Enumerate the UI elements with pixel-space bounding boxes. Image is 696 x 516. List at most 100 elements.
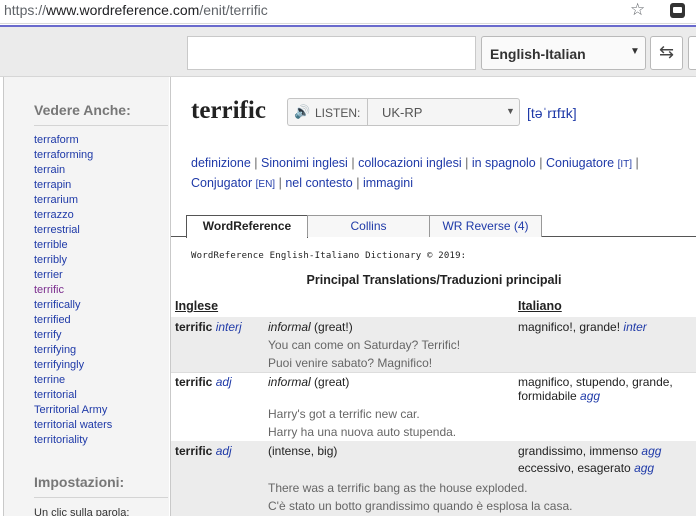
translation: grandissimo, immenso [518, 444, 639, 458]
part-of-speech: interj [215, 320, 242, 334]
dictionary-tabs: WordReference Collins WR Reverse (4) [171, 215, 696, 238]
translation: eccessivo, esagerato [518, 461, 631, 475]
link-spagnolo[interactable]: in spagnolo [472, 156, 536, 170]
example-italian: Puoi venire sabato? Magnifico! [268, 356, 433, 370]
browser-address-bar[interactable]: https://www.wordreference.com/enit/terri… [0, 0, 696, 24]
copyright-notice: WordReference English-Italiano Dictionar… [191, 251, 467, 261]
example-english: You can come on Saturday? Terrific! [268, 338, 461, 352]
term-cell: terrific adj [175, 375, 232, 389]
link-conjugator[interactable]: Conjugator [EN] [191, 176, 275, 190]
settings-heading: Impostazioni: [34, 474, 125, 490]
translation-cell: formidabile agg [518, 389, 600, 403]
sidebar-link[interactable]: terrine [34, 374, 112, 389]
link-separator: | [356, 176, 360, 190]
tab-collins[interactable]: Collins [307, 215, 430, 237]
link-separator: | [465, 156, 469, 170]
part-of-speech: agg [634, 461, 655, 475]
sidebar-link[interactable]: Territorial Army [34, 404, 112, 419]
part-of-speech: agg [641, 444, 662, 458]
sidebar-link[interactable]: territorial waters [34, 419, 112, 434]
link-conjugator-label: Conjugator [191, 176, 253, 190]
link-sinonimi[interactable]: Sinonimi inglesi [261, 156, 348, 170]
link-coniugatore-label: Coniugatore [545, 156, 615, 170]
sidebar-link[interactable]: terrific [34, 284, 112, 299]
see-also-heading: Vedere Anche: [34, 102, 131, 118]
section-title: Principal Translations/Traduzioni princi… [306, 273, 562, 287]
link-definizione[interactable]: definizione [191, 156, 251, 170]
translation: formidabile [518, 389, 577, 403]
register: informal [268, 375, 311, 389]
link-contesto[interactable]: nel contesto [285, 176, 352, 190]
sidebar-link[interactable]: terribly [34, 254, 112, 269]
part-of-speech: inter [623, 320, 647, 334]
url-field[interactable]: https://www.wordreference.com/enit/terri… [4, 2, 268, 18]
sidebar-link[interactable]: terrifying [34, 344, 112, 359]
see-also-list: terraform terraforming terrain terrapin terr… [34, 134, 112, 449]
sidebar-link[interactable]: terrarium [34, 194, 112, 209]
bookmark-star-icon[interactable]: ☆ [630, 0, 645, 20]
url-path: /enit/terrific [199, 2, 268, 18]
link-separator: | [539, 156, 543, 170]
main-content: terrific 🔊 LISTEN: UK-RP ▼ [təˈrɪfɪk] de… [170, 77, 696, 516]
url-prefix: https:// [4, 2, 47, 18]
search-button[interactable] [688, 36, 696, 70]
term-cell: terrific interj [175, 320, 242, 334]
sidebar-link[interactable]: terrier [34, 269, 112, 284]
speaker-icon: 🔊 [294, 104, 311, 119]
term-cell: terrific adj [175, 444, 232, 458]
page-title: terrific [191, 97, 266, 124]
swap-languages-button[interactable]: ⇆ [650, 36, 683, 70]
divider [34, 497, 168, 498]
example-english: There was a terrific bang as the house e… [268, 481, 528, 495]
tab-wr-reverse[interactable]: WR Reverse (4) [429, 215, 542, 237]
translation-cell: grandissimo, immenso agg [518, 444, 661, 458]
search-bar: English-Italian ▼ ⇆ [0, 25, 696, 77]
search-input[interactable] [187, 36, 476, 70]
column-header-italian: Italiano [518, 299, 562, 313]
part-of-speech: adj [215, 444, 232, 458]
sidebar-link[interactable]: terrified [34, 314, 112, 329]
language-tag: [IT] [617, 159, 633, 170]
register: informal [268, 320, 311, 334]
chevron-down-icon: ▼ [506, 106, 515, 116]
accent-select-value: UK-RP [382, 105, 423, 120]
part-of-speech: adj [215, 375, 232, 389]
sidebar-link[interactable]: terrifyingly [34, 359, 112, 374]
tab-wordreference[interactable]: WordReference [186, 215, 308, 238]
sidebar-link[interactable]: terrify [34, 329, 112, 344]
sidebar-link[interactable]: territorial [34, 389, 112, 404]
dictionary-select[interactable]: English-Italian ▼ [481, 36, 646, 70]
url-host: www.wordreference.com [46, 2, 200, 18]
term: terrific [175, 320, 213, 334]
extension-icon[interactable] [670, 3, 685, 18]
sidebar-link[interactable]: terrazzo [34, 209, 112, 224]
sidebar-link[interactable]: terrifically [34, 299, 112, 314]
sidebar-link[interactable]: terrible [34, 239, 112, 254]
link-coniugatore[interactable]: Coniugatore [IT] [546, 156, 632, 170]
example-english: Harry's got a terrific new car. [268, 407, 420, 421]
language-tag: [EN] [255, 179, 276, 190]
sidebar-link[interactable]: terraform [34, 134, 112, 149]
sidebar-link[interactable]: terrain [34, 164, 112, 179]
context-cell: informal (great) [268, 375, 349, 389]
link-separator: | [278, 176, 282, 190]
sidebar: Vedere Anche: terraform terraforming terra… [3, 77, 169, 516]
dictionary-select-label: English-Italian [490, 46, 586, 62]
link-immagini[interactable]: immagini [363, 176, 413, 190]
divider [34, 125, 168, 126]
listen-button[interactable]: 🔊 LISTEN: [287, 98, 367, 126]
pronunciation: [təˈrɪfɪk] [527, 105, 577, 121]
context-cell: informal (great!) [268, 320, 353, 334]
listen-label: LISTEN: [315, 106, 361, 120]
sidebar-link[interactable]: terraforming [34, 149, 112, 164]
context: (great) [310, 375, 350, 389]
table-row: terrific interj informal (great!) magnif… [171, 317, 696, 372]
link-collocazioni[interactable]: collocazioni inglesi [358, 156, 462, 170]
sidebar-link[interactable]: territoriality [34, 434, 112, 449]
link-separator: | [254, 156, 258, 170]
context: (great!) [310, 320, 353, 334]
sidebar-link[interactable]: terrapin [34, 179, 112, 194]
accent-select[interactable]: UK-RP ▼ [367, 98, 520, 126]
sidebar-link[interactable]: terrestrial [34, 224, 112, 239]
chevron-down-icon: ▼ [630, 46, 640, 57]
